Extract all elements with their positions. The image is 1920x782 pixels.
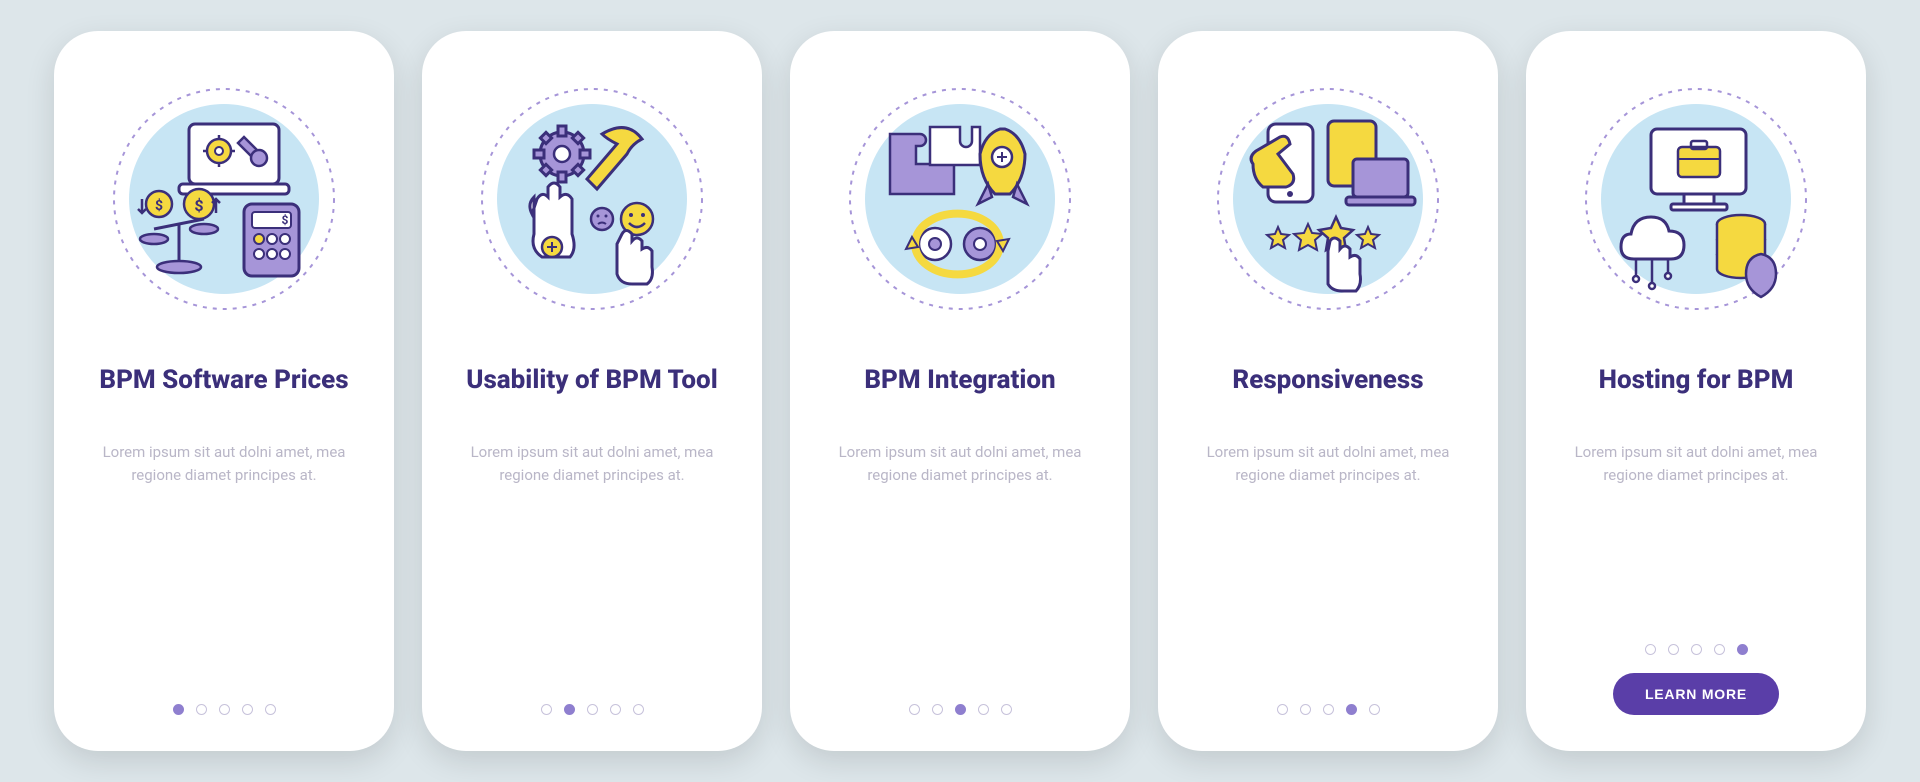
- illustration-hosting: [1576, 79, 1816, 319]
- screen-description: Lorem ipsum sit aut dolni amet, mea regi…: [462, 441, 722, 488]
- dot-2[interactable]: [932, 704, 943, 715]
- dot-3[interactable]: [1691, 644, 1702, 655]
- svg-text:$: $: [155, 197, 163, 214]
- screen-title: BPM Software Prices: [99, 347, 348, 413]
- dot-4[interactable]: [978, 704, 989, 715]
- dot-3[interactable]: [1323, 704, 1334, 715]
- dot-3[interactable]: [955, 704, 966, 715]
- integration-icon: [840, 79, 1080, 319]
- svg-text:$: $: [194, 196, 203, 215]
- screen-title: BPM Integration: [864, 347, 1055, 413]
- illustration-usability: [472, 79, 712, 319]
- onboarding-screen-5: Hosting for BPM Lorem ipsum sit aut doln…: [1526, 31, 1866, 751]
- dot-1[interactable]: [1277, 704, 1288, 715]
- screen-title: Usability of BPM Tool: [466, 347, 717, 413]
- learn-more-button[interactable]: LEARN MORE: [1613, 673, 1779, 715]
- screen-description: Lorem ipsum sit aut dolni amet, mea regi…: [830, 441, 1090, 488]
- onboarding-screen-4: Responsiveness Lorem ipsum sit aut dolni…: [1158, 31, 1498, 751]
- svg-text:$: $: [282, 213, 289, 227]
- dot-2[interactable]: [1668, 644, 1679, 655]
- dot-1[interactable]: [541, 704, 552, 715]
- dot-2[interactable]: [196, 704, 207, 715]
- dot-4[interactable]: [242, 704, 253, 715]
- screen-description: Lorem ipsum sit aut dolni amet, mea regi…: [1566, 441, 1826, 488]
- screen-description: Lorem ipsum sit aut dolni amet, mea regi…: [1198, 441, 1458, 488]
- onboarding-screen-2: Usability of BPM Tool Lorem ipsum sit au…: [422, 31, 762, 751]
- dot-1[interactable]: [1645, 644, 1656, 655]
- dot-4[interactable]: [610, 704, 621, 715]
- dot-2[interactable]: [1300, 704, 1311, 715]
- dot-4[interactable]: [1714, 644, 1725, 655]
- page-indicator: [173, 704, 276, 715]
- page-indicator: [1645, 644, 1748, 655]
- screen-title: Responsiveness: [1232, 347, 1423, 413]
- hosting-icon: [1576, 79, 1816, 319]
- prices-icon: $ $ $: [104, 79, 344, 319]
- dot-3[interactable]: [219, 704, 230, 715]
- page-indicator: [1277, 704, 1380, 715]
- page-indicator: [909, 704, 1012, 715]
- dot-5[interactable]: [265, 704, 276, 715]
- dot-4[interactable]: [1346, 704, 1357, 715]
- dot-5[interactable]: [633, 704, 644, 715]
- dot-5[interactable]: [1737, 644, 1748, 655]
- dot-1[interactable]: [909, 704, 920, 715]
- dot-2[interactable]: [564, 704, 575, 715]
- responsiveness-icon: [1208, 79, 1448, 319]
- onboarding-container: $ $ $ BPM Software Prices Lorem ipsum si…: [54, 31, 1866, 751]
- dot-5[interactable]: [1001, 704, 1012, 715]
- page-indicator: [541, 704, 644, 715]
- illustration-prices: $ $ $: [104, 79, 344, 319]
- illustration-integration: [840, 79, 1080, 319]
- dot-5[interactable]: [1369, 704, 1380, 715]
- onboarding-screen-1: $ $ $ BPM Software Prices Lorem ipsum si…: [54, 31, 394, 751]
- screen-description: Lorem ipsum sit aut dolni amet, mea regi…: [94, 441, 354, 488]
- usability-icon: [472, 79, 712, 319]
- illustration-responsiveness: [1208, 79, 1448, 319]
- onboarding-screen-3: BPM Integration Lorem ipsum sit aut doln…: [790, 31, 1130, 751]
- dot-3[interactable]: [587, 704, 598, 715]
- dot-1[interactable]: [173, 704, 184, 715]
- screen-title: Hosting for BPM: [1599, 347, 1794, 413]
